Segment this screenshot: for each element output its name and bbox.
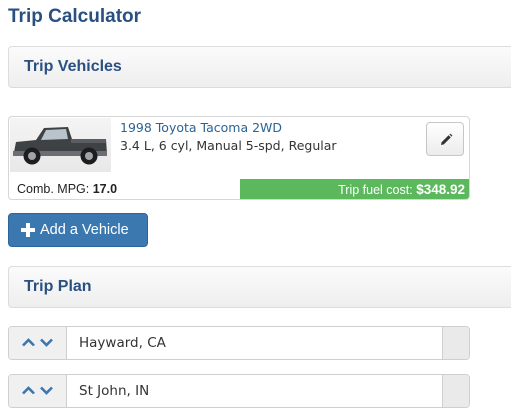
vehicle-name-link[interactable]: 1998 Toyota Tacoma 2WD: [120, 120, 282, 135]
trip-vehicles-label: Trip Vehicles: [24, 58, 122, 75]
pickup-truck-icon: [13, 127, 107, 165]
reorder-controls: [9, 375, 67, 407]
trip-plan-header: Trip Plan: [8, 266, 511, 308]
vehicle-thumbnail: [10, 118, 111, 172]
trip-fuel-cost-bar: Trip fuel cost: $348.92: [240, 179, 469, 199]
fuel-cost-label: Trip fuel cost:: [338, 183, 413, 197]
fuel-cost-value: $348.92: [416, 182, 465, 197]
chevron-down-icon[interactable]: [40, 338, 53, 347]
mpg-value: 17.0: [92, 182, 118, 196]
combined-mpg: Comb. MPG: 17.0: [17, 182, 117, 196]
stop-location-input[interactable]: [67, 375, 443, 407]
edit-vehicle-button[interactable]: [426, 122, 464, 156]
vehicle-card: 1998 Toyota Tacoma 2WD 3.4 L, 6 cyl, Man…: [8, 116, 470, 200]
pencil-icon: [441, 133, 453, 145]
reorder-controls: [9, 327, 67, 359]
stop-addon: [442, 327, 469, 359]
stop-location-input[interactable]: [67, 327, 443, 359]
mpg-label: Comb. MPG:: [17, 182, 90, 196]
trip-vehicles-header: Trip Vehicles: [8, 46, 511, 88]
add-vehicle-button[interactable]: Add a Vehicle: [8, 213, 148, 247]
trip-stop-row: [8, 374, 470, 408]
trip-plan-label: Trip Plan: [24, 278, 92, 295]
stop-addon: [442, 375, 469, 407]
plus-icon: [21, 223, 35, 237]
vehicle-specs: 3.4 L, 6 cyl, Manual 5-spd, Regular: [120, 138, 337, 153]
chevron-down-icon[interactable]: [40, 386, 53, 395]
chevron-up-icon[interactable]: [22, 386, 35, 395]
page-title: Trip Calculator: [8, 6, 142, 27]
trip-stop-row: [8, 326, 470, 360]
add-vehicle-label: Add a Vehicle: [40, 222, 129, 238]
chevron-up-icon[interactable]: [22, 338, 35, 347]
